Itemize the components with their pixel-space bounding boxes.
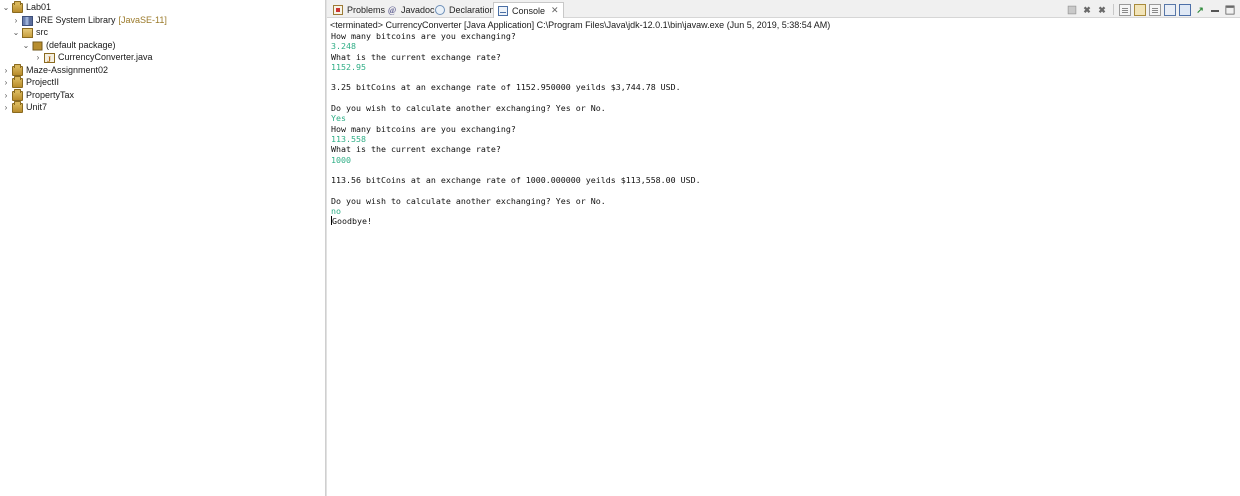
console-output-line: Do you wish to calculate another exchang… (331, 195, 606, 206)
console-output-line: What is the current exchange rate? (331, 51, 501, 62)
tree-item-projectii[interactable]: › ProjectII (2, 75, 60, 89)
console-view: Problems @ Javadoc Declaration Console ✕… (327, 0, 1240, 496)
word-wrap-icon[interactable] (1149, 3, 1161, 16)
chevron-right-icon[interactable]: › (2, 78, 10, 87)
project-icon (12, 0, 23, 13)
console-output-line: 3.25 bitCoins at an exchange rate of 115… (331, 82, 681, 93)
console-output-line: How many bitcoins are you exchanging? (331, 123, 516, 134)
console-input-line: 3.248 (331, 41, 356, 52)
console-input-line: 1152.95 (331, 61, 366, 72)
tree-item-label: CurrencyConverter.java (58, 52, 153, 62)
tab-label: Problems (347, 5, 386, 15)
console-input-line: 113.558 (331, 133, 366, 144)
tree-item-currencyconverter-java[interactable]: › CurrencyConverter.java (34, 51, 153, 66)
chevron-down-icon[interactable]: ⌄ (22, 41, 30, 50)
view-tab-bar: Problems @ Javadoc Declaration Console ✕… (327, 0, 1240, 18)
remove-all-terminated-icon[interactable]: ✖ (1096, 4, 1108, 16)
tree-item-label: ProjectII (26, 77, 60, 87)
remove-launch-icon[interactable]: ✖ (1081, 4, 1093, 16)
console-input-line: 1000 (331, 154, 351, 165)
source-folder-icon (22, 27, 33, 38)
tree-item-unit7[interactable]: › Unit7 (2, 100, 48, 114)
tree-item-label: Lab01 (26, 2, 52, 12)
library-icon (22, 15, 33, 26)
chevron-right-icon[interactable]: › (34, 53, 42, 62)
console-toolbar: ✖ ✖ ↗ (1066, 3, 1236, 16)
minimize-icon[interactable] (1209, 4, 1221, 16)
problems-icon (333, 5, 343, 15)
console-output-line: How many bitcoins are you exchanging? (331, 31, 516, 41)
project-icon (12, 63, 23, 76)
project-icon (12, 100, 23, 113)
chevron-right-icon[interactable]: › (12, 16, 20, 25)
scroll-lock-icon[interactable] (1134, 3, 1146, 16)
console-input-line: Yes (331, 113, 346, 124)
package-icon (32, 41, 43, 50)
chevron-right-icon[interactable]: › (2, 66, 10, 75)
chevron-down-icon[interactable]: ⌄ (12, 28, 20, 37)
display-selected-console-icon[interactable] (1179, 3, 1191, 16)
declaration-icon (435, 5, 445, 15)
tab-problems[interactable]: Problems (329, 2, 389, 18)
console-output-text: Goodbye! (332, 216, 372, 227)
maximize-icon[interactable] (1225, 5, 1235, 14)
tab-label: Console (512, 5, 546, 16)
tab-label: Declaration (449, 5, 495, 15)
pin-console-icon[interactable] (1164, 3, 1176, 16)
tree-item-label: src (36, 27, 48, 37)
toolbar-separator (1113, 4, 1114, 15)
console-output-line: Goodbye! (331, 216, 701, 226)
package-explorer: ⌄ Lab01 › JRE System Library [JavaSE-11]… (0, 0, 325, 496)
console-icon (498, 5, 508, 16)
chevron-down-icon[interactable]: ⌄ (2, 3, 10, 12)
project-icon (12, 88, 23, 101)
close-icon[interactable]: ✕ (551, 5, 559, 16)
project-icon (12, 75, 23, 88)
tree-item-decoration: [JavaSE-11] (118, 15, 167, 25)
console-output-line: 113.56 bitCoins at an exchange rate of 1… (331, 175, 701, 186)
tab-declaration[interactable]: Declaration (431, 2, 499, 18)
console-output-line: Do you wish to calculate another exchang… (331, 103, 606, 114)
console-output-line: What is the current exchange rate? (331, 144, 501, 155)
console-status-line: <terminated> CurrencyConverter [Java App… (330, 20, 831, 30)
chevron-right-icon[interactable]: › (2, 103, 10, 112)
java-file-icon (44, 52, 55, 66)
open-console-icon[interactable]: ↗ (1194, 4, 1206, 16)
tree-item-label: Unit7 (26, 102, 48, 112)
tree-item-lab01[interactable]: ⌄ Lab01 (2, 0, 52, 14)
clear-console-icon[interactable] (1119, 3, 1131, 16)
tab-console[interactable]: Console ✕ (493, 2, 564, 18)
console-output[interactable]: How many bitcoins are you exchanging? 3.2… (331, 31, 701, 227)
tab-label: Javadoc (401, 5, 435, 15)
javadoc-icon: @ (387, 5, 397, 15)
terminate-icon[interactable] (1067, 5, 1077, 14)
chevron-right-icon[interactable]: › (2, 91, 10, 100)
console-input-line: no (331, 206, 341, 217)
tree-item-src[interactable]: ⌄ src (12, 26, 48, 39)
